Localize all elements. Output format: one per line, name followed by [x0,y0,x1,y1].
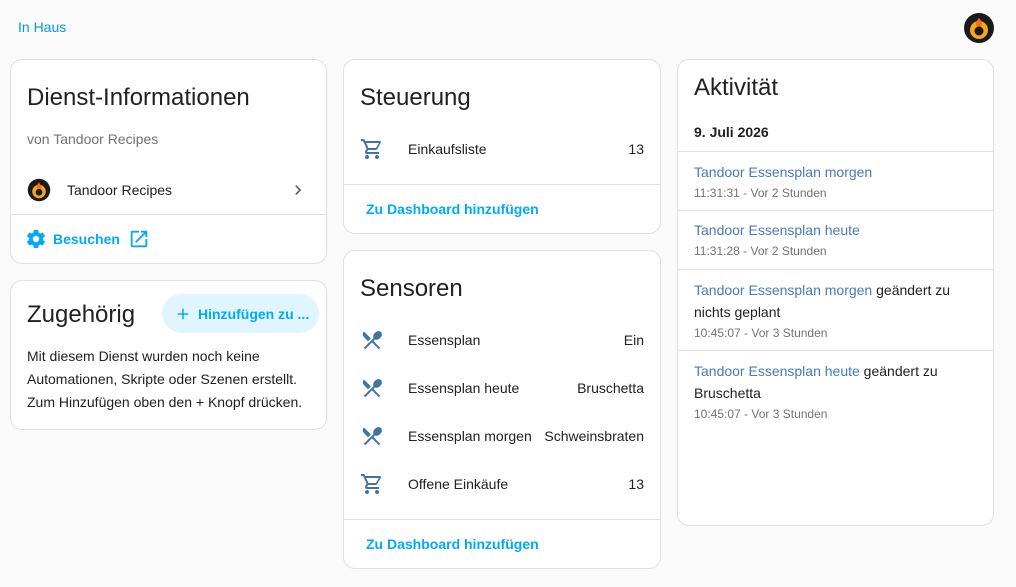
activity-entry: Tandoor Essensplan morgen geändert zu ni… [694,279,981,340]
control-row-shopping-list[interactable]: Einkaufsliste 13 [344,136,660,162]
card-title: Sensoren [360,275,463,302]
sensor-value: 13 [628,476,644,492]
activity-change-value: nichts geplant [694,304,781,320]
visit-button[interactable]: Besuchen [25,228,150,250]
divider [344,184,660,185]
device-row[interactable]: Tandoor Recipes [11,177,326,203]
activity-date: 9. Juli 2026 [694,124,769,140]
activity-time: 10:45:07 - Vor 3 Stunden [694,326,828,340]
cart-icon [361,474,381,494]
activity-change-value: Bruschetta [694,385,761,401]
device-name: Tandoor Recipes [67,182,173,198]
card-title: Aktivität [694,74,779,101]
sensor-row-meal-plan-today[interactable]: Essensplan heute Bruschetta [344,375,660,401]
sensors-card: Sensoren Essensplan Ein Essensplan heute… [343,250,661,569]
divider [678,210,993,211]
plus-icon [177,308,189,319]
divider [11,214,326,215]
activity-entity-link[interactable]: Tandoor Essensplan heute [694,363,860,379]
breadcrumb[interactable]: In Haus [18,19,66,35]
user-avatar[interactable] [963,12,995,44]
sensor-label: Essensplan [408,332,481,348]
sensor-row-open-purchases[interactable]: Offene Einkäufe 13 [344,471,660,497]
divider [678,269,993,270]
activity-entry: Tandoor Essensplan morgen 11:31:31 - Vor… [694,162,981,200]
add-to-button[interactable]: Hinzufügen zu ... [162,294,319,333]
sensor-label: Essensplan heute [408,380,520,396]
sensor-label: Offene Einkäufe [408,476,509,492]
activity-time: 11:31:28 - Vor 2 Stunden [694,244,827,258]
chevron-right-icon [295,185,302,195]
activity-entry: Tandoor Essensplan heute 11:31:28 - Vor … [694,220,981,258]
activity-card: Aktivität 9. Juli 2026 Tandoor Essenspla… [677,59,994,526]
control-label: Einkaufsliste [408,141,487,157]
silverware-icon [362,427,382,446]
related-description: Mit diesem Dienst wurden noch keine Auto… [27,348,303,410]
sensor-row-meal-plan-tomorrow[interactable]: Essensplan morgen Schweinsbraten [344,423,660,449]
tandoor-logo-icon [964,13,994,43]
sensor-label: Essensplan morgen [408,428,532,444]
sensor-value: Bruschetta [577,380,644,396]
sensor-value: Schweinsbraten [544,428,644,444]
open-in-new-icon [130,230,148,248]
card-title: Zugehörig [27,301,136,328]
card-title: Dienst-Informationen [27,84,250,111]
add-to-dashboard-button[interactable]: Zu Dashboard hinzufügen [366,536,539,552]
card-subtitle: von Tandoor Recipes [27,131,159,147]
service-info-card: Dienst-Informationen von Tandoor Recipes… [10,59,327,264]
card-title: Steuerung [360,84,471,111]
add-to-label: Hinzufügen zu ... [198,305,310,322]
activity-entity-link[interactable]: Tandoor Essensplan morgen [694,164,872,180]
activity-change-text: geändert zu [859,363,938,379]
silverware-icon [362,331,382,350]
cart-icon [361,139,381,159]
silverware-icon [362,379,382,398]
divider [678,350,993,351]
divider [344,519,660,520]
sensor-value: Ein [623,332,644,348]
activity-entry: Tandoor Essensplan heute geändert zu Bru… [694,360,981,421]
activity-time: 11:31:31 - Vor 2 Stunden [694,186,827,200]
controls-card: Steuerung Einkaufsliste 13 Zu Dashboard … [343,59,661,234]
control-value: 13 [628,141,644,157]
sensor-row-meal-plan[interactable]: Essensplan Ein [344,327,660,353]
activity-time: 10:45:07 - Vor 3 Stunden [694,407,828,421]
activity-change-text: geändert zu [872,282,951,298]
related-card: Zugehörig Hinzufügen zu ... Mit diesem D… [10,280,327,430]
activity-entity-link[interactable]: Tandoor Essensplan heute [694,222,860,238]
divider [678,151,993,152]
gear-icon [27,229,45,249]
visit-label: Besuchen [53,231,120,247]
add-to-dashboard-button[interactable]: Zu Dashboard hinzufügen [366,201,539,217]
tandoor-logo-icon [27,178,51,202]
activity-entity-link[interactable]: Tandoor Essensplan morgen [694,282,872,298]
